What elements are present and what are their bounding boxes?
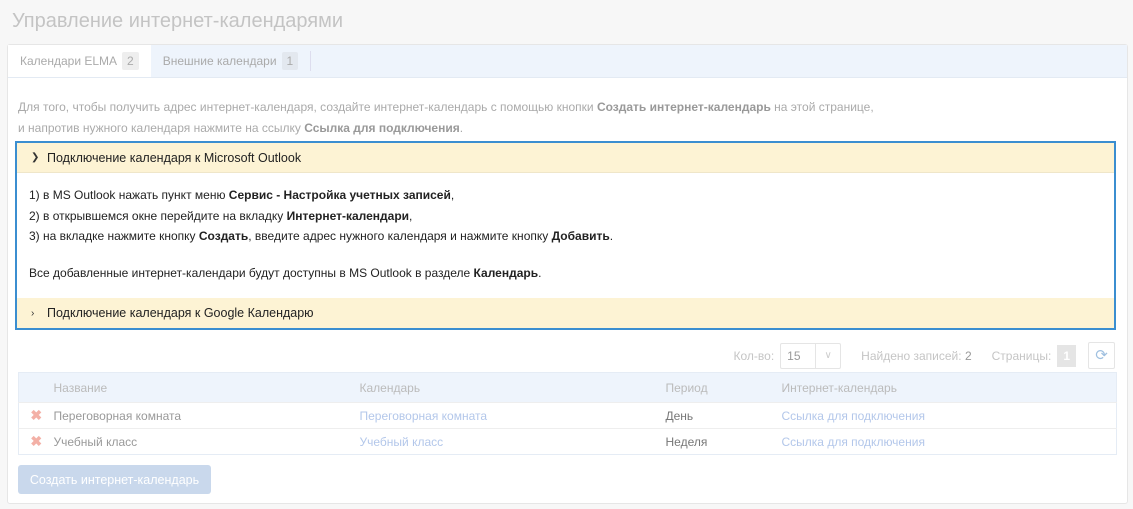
tab-divider: [310, 51, 312, 71]
instruction-step: 3) на вкладке нажмите кнопку Создать, вв…: [29, 229, 614, 243]
table-header: Название Календарь Период Интернет-кален…: [18, 372, 1117, 403]
accordion-header-outlook[interactable]: ❯ Подключение календаря к Microsoft Outlo…: [17, 143, 1114, 173]
table-row: ✖ Переговорная комната Переговорная комн…: [18, 402, 1117, 429]
accordion-title: Подключение календаря к Microsoft Outloo…: [47, 150, 302, 165]
instruction-step: 1) в MS Outlook нажать пункт меню Сервис…: [29, 188, 455, 202]
instruction-note: Все добавленные интернет-календари будут…: [29, 265, 542, 280]
info-text: Для того, чтобы получить адрес интернет-…: [18, 97, 874, 139]
page-title: Управление интернет-календарями: [12, 10, 344, 32]
chevron-down-icon: ∨: [815, 343, 840, 368]
info-text-bold: Ссылка для подключения: [304, 121, 460, 135]
column-header: Интернет-календарь: [781, 372, 1117, 403]
table-row: ✖ Учебный класс Учебный класс Неделя Ссы…: [18, 428, 1117, 455]
count-label: Кол-во:: [733, 348, 775, 363]
page-number[interactable]: 1: [1057, 344, 1076, 367]
info-text-part: .: [459, 121, 464, 135]
pager: Кол-во: 15 ∨ Найдено записей: 2 Страницы:…: [733, 342, 1115, 369]
refresh-button[interactable]: ⟳: [1088, 342, 1115, 369]
delete-icon[interactable]: ✖: [18, 402, 54, 429]
column-header: Период: [665, 372, 782, 403]
tab-label: Внешние календари: [162, 54, 277, 68]
column-header: Календарь: [359, 372, 666, 403]
info-text-part: Для того, чтобы получить адрес интернет-…: [18, 100, 597, 114]
calendar-link[interactable]: Переговорная комната: [359, 402, 666, 429]
calendars-table: Название Календарь Период Интернет-кален…: [18, 372, 1117, 455]
accordion-title: Подключение календаря к Google Календарю: [47, 306, 314, 320]
chevron-right-icon: ›: [31, 307, 35, 319]
column-header: Название: [53, 372, 360, 403]
accordion-body-outlook: 1) в MS Outlook нажать пункт меню Сервис…: [17, 173, 1114, 294]
info-text-part: и напротив нужного календаря нажмите на …: [18, 121, 305, 135]
connection-link[interactable]: Ссылка для подключения: [781, 402, 1117, 429]
page-size-select[interactable]: 15 ∨: [780, 342, 842, 369]
connection-accordion: ❯ Подключение календаря к Microsoft Outlo…: [15, 141, 1116, 330]
found-label: Найдено записей:: [861, 348, 962, 363]
info-text-bold: Создать интернет-календарь: [596, 100, 771, 114]
tab-count-badge: 2: [122, 52, 139, 70]
row-name: Учебный класс: [53, 428, 360, 455]
info-text-part: на этой странице,: [770, 100, 874, 114]
row-name: Переговорная комната: [53, 402, 360, 429]
instruction-step: 2) в открывшемся окне перейдите на вклад…: [29, 208, 413, 223]
page-size-value: 15: [787, 348, 801, 363]
row-period: День: [665, 402, 782, 429]
refresh-icon: ⟳: [1095, 347, 1108, 364]
pages-label: Страницы:: [991, 348, 1052, 363]
accordion-header-google[interactable]: › Подключение календаря к Google Календар…: [17, 298, 1114, 328]
chevron-down-icon: ❯: [31, 152, 40, 163]
main-panel: Календари ELMA 2 Внешние календари 1 Для т…: [7, 44, 1128, 504]
tab-elma-calendars[interactable]: Календари ELMA 2: [8, 45, 151, 77]
tab-external-calendars[interactable]: Внешние календари 1: [151, 45, 311, 77]
found-count: 2: [964, 348, 972, 363]
calendar-link[interactable]: Учебный класс: [359, 428, 666, 455]
tab-count-badge: 1: [281, 52, 299, 70]
tab-bar: Календари ELMA 2 Внешние календари 1: [8, 45, 1127, 78]
connection-link[interactable]: Ссылка для подключения: [781, 428, 1117, 455]
row-period: Неделя: [665, 428, 782, 455]
delete-icon[interactable]: ✖: [18, 428, 54, 455]
create-calendar-button[interactable]: Создать интернет-календарь: [18, 465, 211, 494]
tab-label: Календари ELMA: [20, 54, 118, 68]
